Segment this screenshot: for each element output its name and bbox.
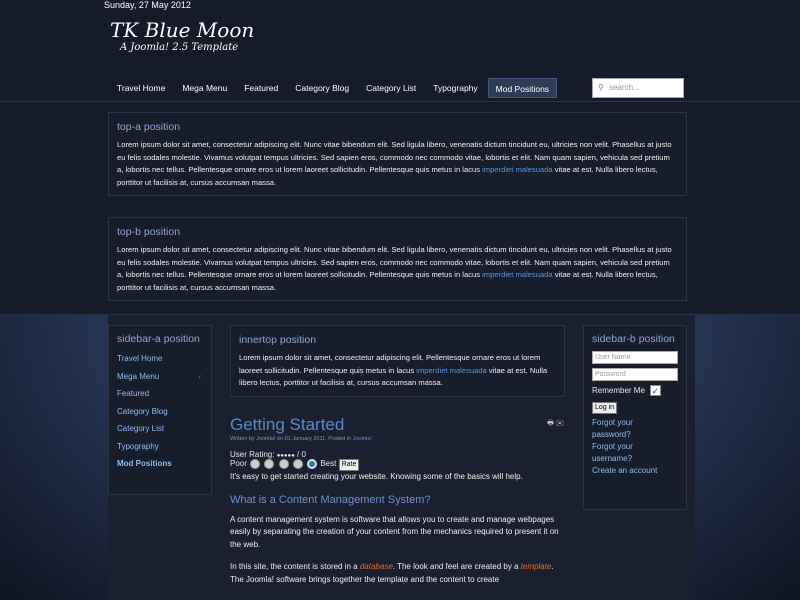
database-link[interactable]: database: [360, 562, 393, 571]
date: Sunday, 27 May 2012: [104, 0, 191, 10]
article-icons: 🖶 ✉: [547, 419, 564, 430]
logo[interactable]: TK Blue Moon A Joomla! 2.5 Template: [110, 18, 254, 53]
forgot-password-link[interactable]: Forgot your password?: [592, 417, 652, 441]
top-b-link[interactable]: imperdiet malesuada: [482, 270, 553, 279]
print-icon[interactable]: 🖶: [547, 420, 554, 427]
sidebar-b: sidebar-b position User Name Password Re…: [583, 325, 687, 510]
article-paragraph-2: In this site, the content is stored in a…: [230, 562, 554, 584]
sidebar-b-title: sidebar-b position: [592, 333, 675, 345]
sidebar-item-travel-home[interactable]: Travel Home: [117, 350, 203, 368]
email-icon[interactable]: ✉: [556, 420, 564, 427]
remember-checkbox[interactable]: ✓: [649, 385, 661, 396]
sidebar-item-mod-positions[interactable]: Mod Positions: [117, 455, 203, 473]
top-b-text: Lorem ipsum dolor sit amet, consectetur …: [117, 245, 672, 292]
nav-featured[interactable]: Featured: [237, 78, 285, 98]
search-icon: ⚲: [598, 83, 604, 92]
innertop-title: innertop position: [239, 334, 317, 346]
top-a-title: top-a position: [117, 121, 181, 133]
top-b-module: top-b position Lorem ipsum dolor sit ame…: [108, 217, 687, 301]
top-a-text: Lorem ipsum dolor sit amet, consectetur …: [117, 140, 672, 187]
divider: [0, 101, 800, 102]
rating-radio-1[interactable]: [250, 459, 261, 469]
sidebar-item-featured[interactable]: Featured: [117, 385, 203, 403]
login-button[interactable]: Log in: [592, 402, 618, 414]
password-input[interactable]: Password: [592, 368, 678, 381]
rate-button[interactable]: Rate: [338, 459, 360, 472]
sidebar-a-title: sidebar-a position: [117, 333, 200, 345]
top-a-link[interactable]: imperdiet malesuada: [482, 165, 553, 174]
article-title[interactable]: Getting Started: [230, 415, 566, 435]
innertop-text: Lorem ipsum dolor sit amet, consectetur …: [239, 353, 548, 387]
rating-radio-5[interactable]: [307, 459, 318, 469]
sidebar-item-category-blog[interactable]: Category Blog: [117, 403, 203, 421]
article-subheading: What is a Content Management System?: [230, 493, 431, 506]
sidebar-item-mega-menu[interactable]: Mega Menu ‹: [117, 368, 203, 386]
nav-mod-positions[interactable]: Mod Positions: [487, 78, 558, 98]
article-meta: Written by Joomla! on 01 January 2011. P…: [230, 436, 372, 442]
logo-subtitle: A Joomla! 2.5 Template: [120, 42, 239, 53]
username-input[interactable]: User Name: [592, 351, 678, 364]
innertop-link[interactable]: imperdiet malesuada: [416, 366, 487, 375]
rating-radio-4[interactable]: [292, 459, 303, 469]
rating-radio-2[interactable]: [264, 459, 275, 469]
article-intro: It's easy to get started creating your w…: [230, 472, 523, 482]
top-b-title: top-b position: [117, 226, 181, 238]
sidebar-item-category-list[interactable]: Category List: [117, 420, 203, 438]
remember-row: Remember Me ✓: [592, 385, 678, 396]
template-link[interactable]: template: [521, 562, 552, 571]
remember-label: Remember Me: [592, 386, 645, 395]
create-account-link[interactable]: Create an account: [592, 465, 678, 477]
chevron-left-icon: ‹: [198, 371, 201, 381]
nav-travel-home[interactable]: Travel Home: [110, 78, 172, 98]
sidebar-a: sidebar-a position Travel Home Mega Menu…: [108, 325, 212, 495]
main-nav: Travel Home Mega Menu Featured Category …: [110, 78, 560, 98]
search-input[interactable]: ⚲ search...: [592, 78, 684, 98]
logo-title: TK Blue Moon: [110, 18, 255, 42]
forgot-username-link[interactable]: Forgot your username?: [592, 441, 652, 465]
article-paragraph-1: A content management system is software …: [230, 514, 559, 549]
rating-form: Poor Best Rate: [230, 459, 566, 472]
nav-category-blog[interactable]: Category Blog: [288, 78, 356, 98]
article: 🖶 ✉ Getting Started Written by Joomla! o…: [230, 415, 566, 586]
sidebar-item-typography[interactable]: Typography: [117, 438, 203, 456]
category-link[interactable]: Joomla!: [353, 436, 372, 442]
nav-typography[interactable]: Typography: [426, 78, 484, 98]
user-rating: User Rating: ●●●●● / 0: [230, 450, 306, 459]
nav-category-list[interactable]: Category List: [359, 78, 423, 98]
rating-radio-3[interactable]: [278, 459, 289, 469]
innertop-module: innertop position Lorem ipsum dolor sit …: [230, 325, 565, 397]
top-a-module: top-a position Lorem ipsum dolor sit ame…: [108, 112, 687, 196]
search-placeholder: search...: [609, 83, 640, 92]
nav-mega-menu[interactable]: Mega Menu: [175, 78, 234, 98]
